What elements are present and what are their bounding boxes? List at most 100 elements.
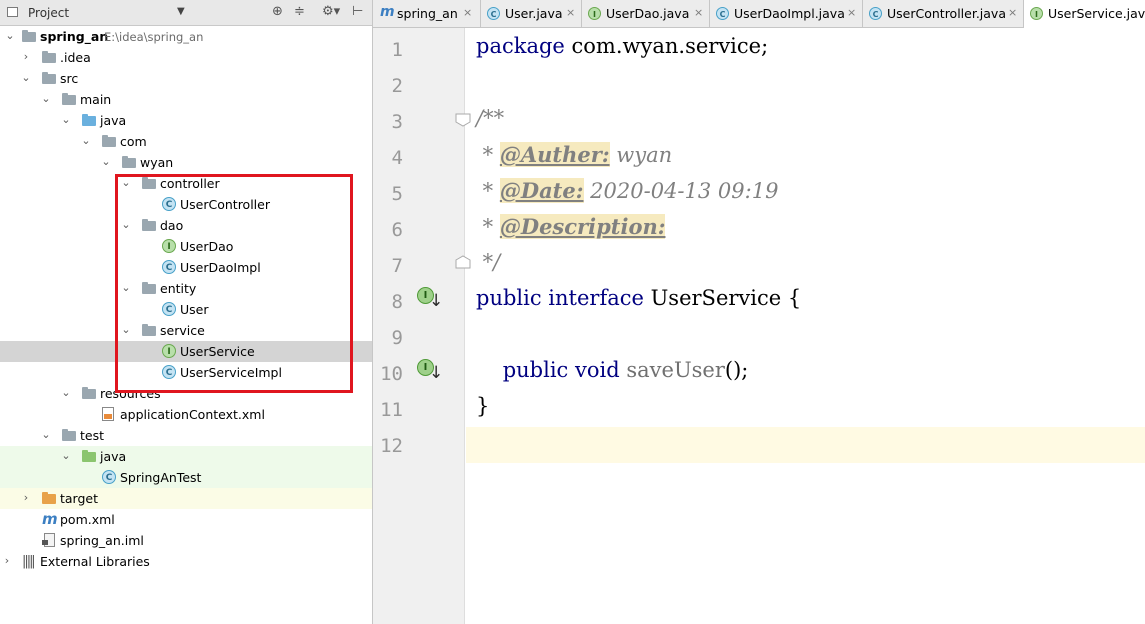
comment: */: [476, 250, 501, 274]
code-text: ();: [724, 358, 749, 382]
collapse-icon[interactable]: ≑: [294, 4, 305, 19]
tree-item-application-context[interactable]: applicationContext.xml: [0, 404, 372, 425]
tree-item-idea[interactable]: › .idea: [0, 47, 372, 68]
maven-icon: m: [380, 4, 395, 20]
doc-tag: @Description:: [499, 214, 666, 239]
package-icon: [122, 155, 137, 169]
code-line-6: * @Description:: [476, 214, 666, 250]
code-line-4: * @Auther: wyan: [476, 142, 672, 178]
package-name: com.wyan.service;: [564, 34, 769, 58]
project-pane-header: Project ▼ ⊕ ≑ ⚙▾ ⊢: [0, 0, 372, 26]
tree-item-label: java: [100, 113, 127, 128]
comment: 2020-04-13 09:19: [583, 179, 779, 203]
implemented-gutter-icon[interactable]: I ↓: [417, 287, 443, 313]
line-number: 1: [391, 39, 403, 61]
tree-item-label: spring_an: [40, 29, 109, 44]
tree-item-main[interactable]: ⌄ main: [0, 89, 372, 110]
implemented-gutter-icon[interactable]: I ↓: [417, 359, 443, 385]
chevron-down-icon[interactable]: ⌄: [40, 428, 52, 441]
line-number: 6: [391, 219, 403, 241]
tree-item-label: java: [100, 449, 127, 464]
chevron-down-icon[interactable]: ⌄: [20, 71, 32, 84]
chevron-down-icon[interactable]: ⌄: [100, 155, 112, 168]
tree-item-spring-an-test[interactable]: C SpringAnTest: [0, 467, 372, 488]
gear-icon[interactable]: ⚙▾: [322, 4, 340, 19]
code-line-5: * @Date: 2020-04-13 09:19: [476, 178, 778, 214]
close-icon[interactable]: ×: [847, 6, 856, 19]
tab-user-dao-impl-java[interactable]: C UserDaoImpl.java ×: [710, 0, 863, 27]
project-pane-title[interactable]: Project: [28, 6, 69, 20]
close-icon[interactable]: ×: [1008, 6, 1017, 19]
tab-user-java[interactable]: C User.java ×: [481, 0, 582, 27]
comment: /**: [476, 106, 505, 130]
keyword: void: [575, 358, 620, 382]
code-line-7: */: [476, 250, 501, 286]
tree-item-spring-an[interactable]: ⌄ spring_an E:\idea\spring_an: [0, 26, 372, 47]
chevron-down-icon[interactable]: ⌄: [60, 113, 72, 126]
folder-icon: [62, 428, 77, 442]
line-number: 4: [391, 147, 403, 169]
target-icon[interactable]: ⊕: [272, 4, 283, 19]
line-number: 5: [391, 183, 403, 205]
keyword: public: [502, 358, 569, 382]
tree-item-iml[interactable]: spring_an.iml: [0, 530, 372, 551]
code-line-10: public void saveUser();: [476, 358, 749, 394]
tree-item-test-java[interactable]: ⌄ java: [0, 446, 372, 467]
tree-item-src[interactable]: ⌄ src: [0, 68, 372, 89]
comment: wyan: [609, 143, 673, 167]
editor-tab-bar: m spring_an × C User.java × I UserDao.ja…: [373, 0, 1145, 28]
code-text: }: [476, 394, 490, 418]
tree-item-wyan[interactable]: ⌄ wyan: [0, 152, 372, 173]
xml-file-icon: [102, 407, 114, 421]
code-line-11: }: [476, 394, 489, 430]
comment: *: [476, 215, 500, 239]
tree-item-label: spring_an.iml: [60, 533, 144, 548]
view-dropdown-icon[interactable]: ▼: [177, 6, 185, 17]
tree-item-label: wyan: [140, 155, 174, 170]
close-icon[interactable]: ×: [694, 6, 703, 19]
project-view-icon: [7, 7, 18, 17]
chevron-down-icon[interactable]: ⌄: [80, 134, 92, 147]
tab-user-service-java[interactable]: I UserService.java: [1024, 0, 1145, 28]
tab-label: User.java: [505, 6, 563, 21]
package-icon: [102, 134, 117, 148]
hide-icon[interactable]: ⊢: [352, 4, 363, 19]
tree-item-label: External Libraries: [40, 554, 150, 569]
close-icon[interactable]: ×: [566, 6, 575, 19]
tree-item-pom[interactable]: m pom.xml: [0, 509, 372, 530]
code-line-8: public interface UserService {: [476, 286, 801, 322]
tree-item-label: applicationContext.xml: [120, 407, 265, 422]
chevron-right-icon[interactable]: ›: [1, 554, 13, 567]
resources-folder-icon: [82, 386, 97, 400]
editor-gutter: 1 2 3 4 5 6 7 8 9 10 11 12 I ↓ I ↓: [373, 28, 471, 624]
code-line-1: package com.wyan.service;: [476, 34, 768, 70]
tree-item-external-libraries[interactable]: › |||‖ External Libraries: [0, 551, 372, 572]
tab-user-dao-java[interactable]: I UserDao.java ×: [582, 0, 710, 27]
line-number: 7: [391, 255, 403, 277]
arrow-down-icon: ↓: [429, 291, 444, 311]
comment: *: [476, 143, 500, 167]
close-icon[interactable]: ×: [463, 6, 472, 19]
chevron-down-icon[interactable]: ⌄: [60, 449, 72, 462]
iml-file-icon: [42, 533, 55, 547]
tree-item-target[interactable]: › target: [0, 488, 372, 509]
chevron-down-icon[interactable]: ⌄: [4, 29, 16, 42]
chevron-right-icon[interactable]: ›: [20, 50, 32, 63]
chevron-down-icon[interactable]: ⌄: [60, 386, 72, 399]
tab-label: UserService.java: [1048, 6, 1145, 21]
tree-item-test[interactable]: ⌄ test: [0, 425, 372, 446]
method-name: saveUser: [626, 358, 725, 382]
keyword: interface: [548, 286, 644, 310]
folder-icon: [42, 50, 57, 64]
chevron-down-icon[interactable]: ⌄: [40, 92, 52, 105]
chevron-right-icon[interactable]: ›: [20, 491, 32, 504]
tree-item-main-java[interactable]: ⌄ java: [0, 110, 372, 131]
editor-pane: m spring_an × C User.java × I UserDao.ja…: [372, 0, 1145, 624]
tree-item-com[interactable]: ⌄ com: [0, 131, 372, 152]
keyword: public: [476, 286, 542, 310]
tab-label: UserController.java: [887, 6, 1006, 21]
tab-spring-an[interactable]: m spring_an ×: [373, 0, 481, 27]
code-area[interactable]: package com.wyan.service; /** * @Auther:…: [466, 28, 1145, 624]
tab-user-controller-java[interactable]: C UserController.java ×: [863, 0, 1024, 27]
folder-icon: [42, 71, 57, 85]
